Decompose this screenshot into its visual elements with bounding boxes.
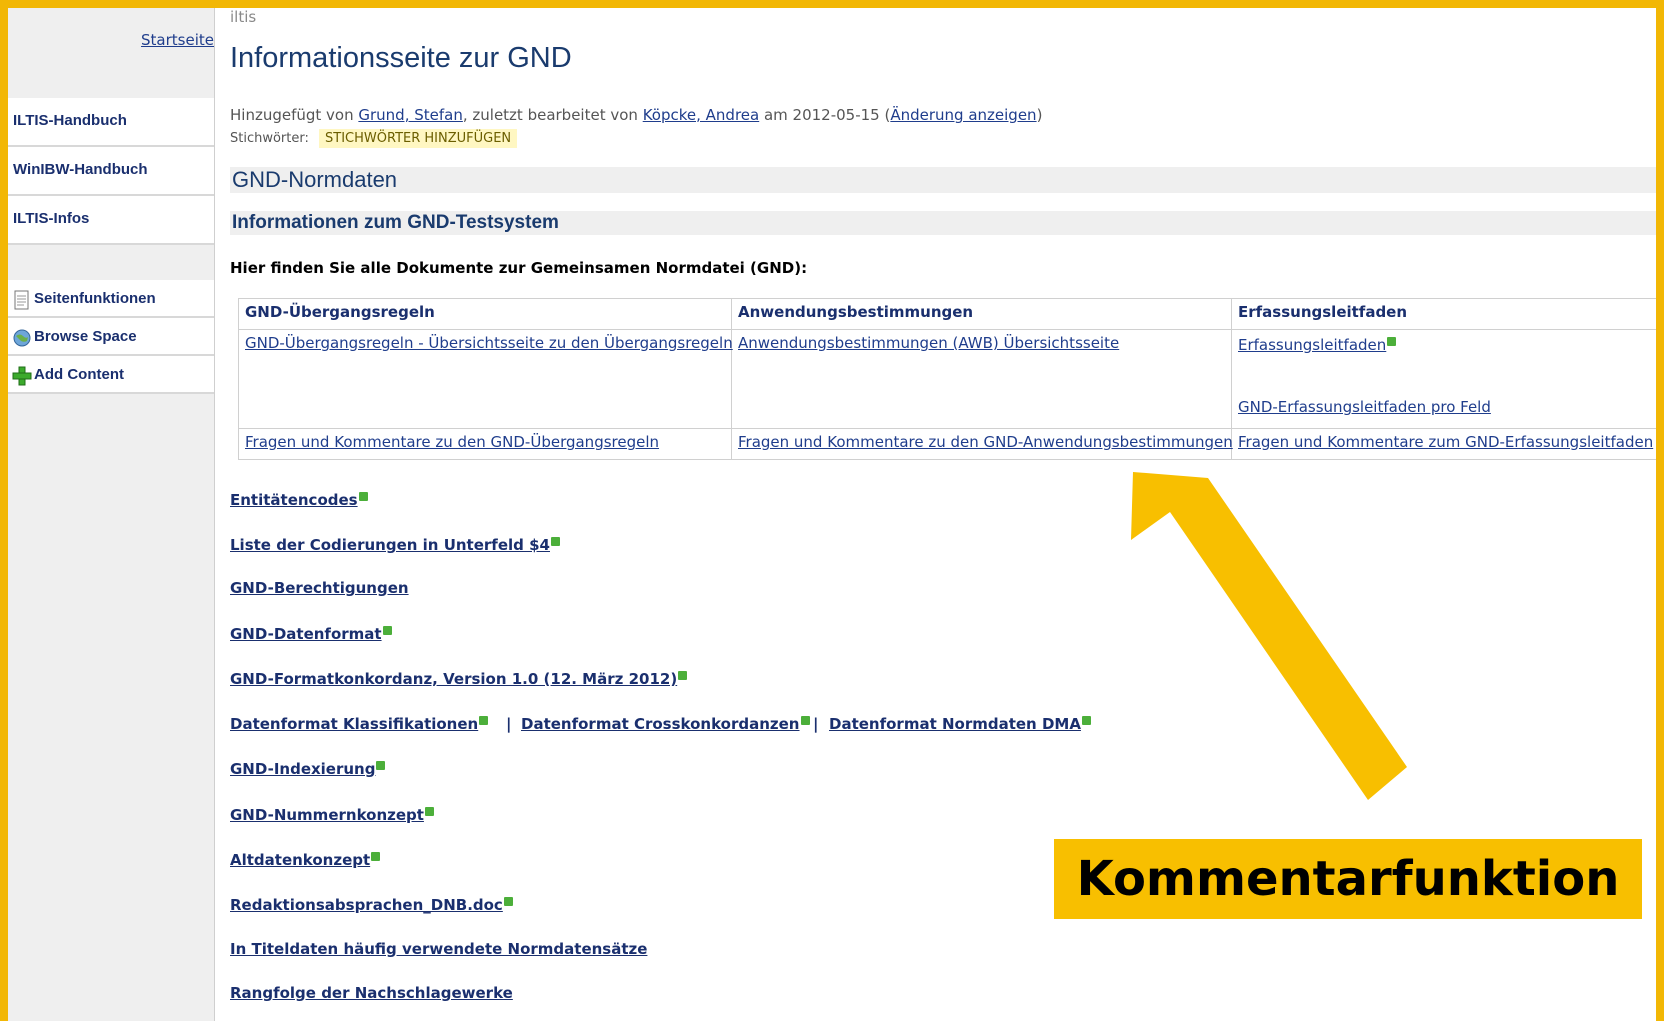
- annotation-arrow-icon: [1131, 472, 1407, 800]
